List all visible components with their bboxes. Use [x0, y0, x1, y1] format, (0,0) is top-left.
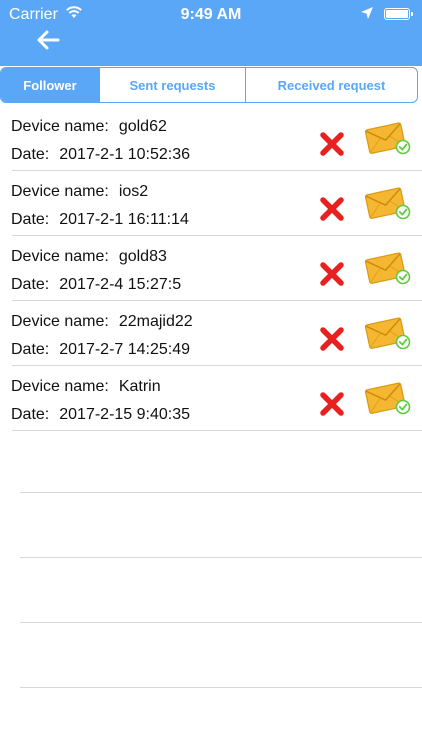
- device-name-value: gold83: [118, 248, 167, 265]
- delete-button[interactable]: [318, 130, 346, 158]
- close-icon: [320, 327, 344, 351]
- date-label: Date:: [11, 276, 50, 293]
- close-icon: [320, 262, 344, 286]
- battery-icon: [384, 8, 413, 20]
- date-value: 2017-2-1 10:52:36: [59, 146, 191, 163]
- empty-row-divider: [20, 687, 422, 688]
- location-arrow-icon: [360, 6, 374, 25]
- date-label: Date:: [11, 211, 50, 228]
- follower-list: Device name: gold62 Date: 2017-2-1 10:52:36…: [0, 106, 422, 431]
- device-name-label: Device name:: [11, 118, 109, 135]
- status-time: 9:49 AM: [180, 6, 242, 23]
- close-icon: [320, 197, 344, 221]
- list-item[interactable]: Device name: gold62 Date: 2017-2-1 10:52:36: [11, 106, 422, 171]
- device-name-value: ios2: [118, 183, 149, 200]
- accept-message-button[interactable]: [364, 380, 412, 416]
- status-bar: Carrier 9:49 AM: [0, 0, 422, 28]
- accept-message-button[interactable]: [364, 120, 412, 156]
- date-line: Date: 2017-2-15 9:40:35: [11, 406, 190, 424]
- device-line: Device name: gold62: [11, 118, 167, 136]
- empty-row-divider: [20, 557, 422, 558]
- delete-button[interactable]: [318, 195, 346, 223]
- empty-row-divider: [20, 622, 422, 623]
- envelope-check-icon: [364, 382, 411, 415]
- accept-message-button[interactable]: [364, 185, 412, 221]
- device-name-label: Device name:: [11, 248, 109, 265]
- close-icon: [320, 392, 344, 416]
- delete-button[interactable]: [318, 260, 346, 288]
- envelope-check-icon: [364, 122, 411, 155]
- tab-follower[interactable]: Follower: [1, 68, 99, 102]
- device-line: Device name: 22majid22: [11, 313, 193, 331]
- accept-message-button[interactable]: [364, 250, 412, 286]
- date-value: 2017-2-7 14:25:49: [59, 341, 191, 358]
- date-line: Date: 2017-2-1 16:11:14: [11, 211, 189, 229]
- back-button[interactable]: [34, 28, 64, 52]
- date-line: Date: 2017-2-7 14:25:49: [11, 341, 190, 359]
- list-item[interactable]: Device name: 22majid22 Date: 2017-2-7 14:25…: [11, 301, 422, 366]
- date-label: Date:: [11, 406, 50, 423]
- device-name-label: Device name:: [11, 378, 109, 395]
- device-line: Device name: gold83: [11, 248, 167, 266]
- device-name-value: 22majid22: [118, 313, 193, 330]
- list-item[interactable]: Device name: ios2 Date: 2017-2-1 16:11:14: [11, 171, 422, 236]
- list-item[interactable]: Device name: gold83 Date: 2017-2-4 15:27:5: [11, 236, 422, 301]
- close-icon: [320, 132, 344, 156]
- device-name-value: Katrin: [118, 378, 161, 395]
- delete-button[interactable]: [318, 325, 346, 353]
- date-value: 2017-2-4 15:27:5: [59, 276, 182, 293]
- app-header: Carrier 9:49 AM: [0, 0, 422, 66]
- date-line: Date: 2017-2-1 10:52:36: [11, 146, 190, 164]
- date-value: 2017-2-1 16:11:14: [59, 211, 189, 228]
- envelope-check-icon: [364, 317, 411, 350]
- date-label: Date:: [11, 146, 50, 163]
- accept-message-button[interactable]: [364, 315, 412, 351]
- empty-row-divider: [20, 492, 422, 493]
- delete-button[interactable]: [318, 390, 346, 418]
- date-value: 2017-2-15 9:40:35: [59, 406, 191, 423]
- list-item[interactable]: Device name: Katrin Date: 2017-2-15 9:40:35: [11, 366, 422, 431]
- arrow-left-icon: [37, 30, 60, 50]
- device-name-label: Device name:: [11, 313, 109, 330]
- envelope-check-icon: [364, 252, 411, 285]
- segmented-tabs: Follower Sent requests Received request: [0, 67, 418, 103]
- date-line: Date: 2017-2-4 15:27:5: [11, 276, 181, 294]
- date-label: Date:: [11, 341, 50, 358]
- envelope-check-icon: [364, 187, 411, 220]
- device-name-label: Device name:: [11, 183, 109, 200]
- device-line: Device name: Katrin: [11, 378, 161, 396]
- device-line: Device name: ios2: [11, 183, 148, 201]
- tab-received-request[interactable]: Received request: [245, 68, 417, 102]
- tab-sent-requests[interactable]: Sent requests: [99, 68, 245, 102]
- device-name-value: gold62: [118, 118, 167, 135]
